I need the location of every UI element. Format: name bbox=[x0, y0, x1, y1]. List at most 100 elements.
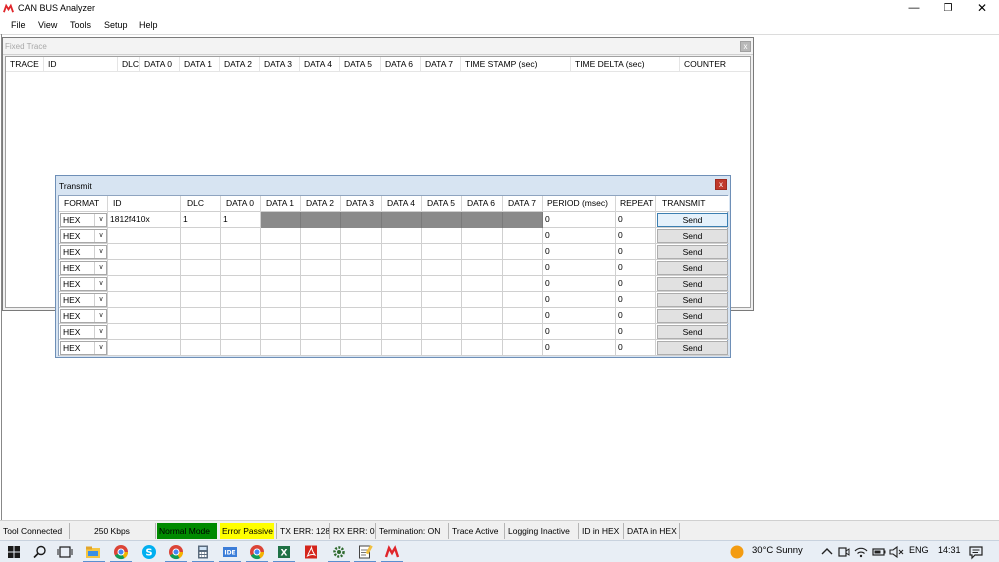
data-byte-cell[interactable] bbox=[462, 292, 503, 308]
id-cell[interactable] bbox=[108, 324, 181, 340]
data-byte-cell[interactable] bbox=[301, 308, 341, 324]
trace-col-data2[interactable]: DATA 2 bbox=[220, 57, 260, 72]
language-indicator[interactable]: ENG bbox=[909, 545, 929, 555]
chrome-icon[interactable] bbox=[113, 544, 129, 560]
pdf-icon[interactable] bbox=[303, 544, 319, 560]
repeat-cell[interactable]: 0 bbox=[616, 308, 656, 324]
repeat-cell[interactable]: 0 bbox=[616, 276, 656, 292]
trace-col-timedelta[interactable]: TIME DELTA (sec) bbox=[571, 57, 680, 72]
data-byte-cell[interactable] bbox=[301, 292, 341, 308]
dlc-cell[interactable] bbox=[181, 324, 221, 340]
settings-icon[interactable] bbox=[331, 544, 347, 560]
data-byte-cell[interactable] bbox=[261, 308, 301, 324]
trace-col-data3[interactable]: DATA 3 bbox=[260, 57, 300, 72]
chevron-down-icon[interactable]: ∨ bbox=[94, 310, 107, 322]
data0-cell[interactable] bbox=[221, 276, 261, 292]
data-byte-cell[interactable] bbox=[503, 308, 543, 324]
trace-col-trace[interactable]: TRACE bbox=[6, 57, 44, 72]
dlc-cell[interactable] bbox=[181, 308, 221, 324]
data0-cell[interactable] bbox=[221, 260, 261, 276]
data-byte-cell[interactable] bbox=[422, 276, 462, 292]
send-button[interactable]: Send bbox=[657, 261, 728, 275]
data0-cell[interactable] bbox=[221, 324, 261, 340]
format-select[interactable]: HEX ∨ bbox=[60, 293, 107, 307]
wifi-icon[interactable] bbox=[853, 544, 869, 560]
data-byte-cell[interactable] bbox=[382, 340, 422, 356]
calculator-icon[interactable] bbox=[195, 544, 211, 560]
data-byte-cell[interactable] bbox=[301, 244, 341, 260]
file-explorer-icon[interactable] bbox=[85, 544, 101, 560]
data-byte-cell[interactable] bbox=[503, 292, 543, 308]
battery-icon[interactable] bbox=[871, 544, 887, 560]
data-byte-cell[interactable] bbox=[382, 292, 422, 308]
data0-cell[interactable] bbox=[221, 340, 261, 356]
chevron-down-icon[interactable]: ∨ bbox=[94, 294, 107, 306]
dlc-cell[interactable] bbox=[181, 292, 221, 308]
data-byte-cell[interactable] bbox=[462, 308, 503, 324]
trace-col-dlc[interactable]: DLC bbox=[118, 57, 140, 72]
meet-now-icon[interactable] bbox=[836, 544, 852, 560]
data-byte-cell[interactable] bbox=[261, 228, 301, 244]
data-byte-cell[interactable] bbox=[301, 324, 341, 340]
transmit-close-button[interactable]: x bbox=[715, 179, 727, 190]
minimize-button[interactable]: — bbox=[897, 0, 931, 17]
repeat-cell[interactable]: 0 bbox=[616, 244, 656, 260]
fixed-trace-close-button[interactable]: x bbox=[740, 41, 751, 52]
skype-icon[interactable]: S bbox=[141, 544, 157, 560]
data-byte-cell[interactable] bbox=[503, 324, 543, 340]
data-byte-cell[interactable] bbox=[422, 244, 462, 260]
data-byte-cell[interactable] bbox=[261, 292, 301, 308]
chevron-down-icon[interactable]: ∨ bbox=[94, 278, 107, 290]
data-byte-cell[interactable] bbox=[462, 244, 503, 260]
data-byte-cell[interactable] bbox=[503, 260, 543, 276]
trace-col-data4[interactable]: DATA 4 bbox=[300, 57, 340, 72]
excel-icon[interactable]: X bbox=[276, 544, 292, 560]
send-button[interactable]: Send bbox=[657, 293, 728, 307]
data-byte-cell[interactable] bbox=[301, 228, 341, 244]
period-cell[interactable]: 0 bbox=[543, 212, 616, 228]
period-cell[interactable]: 0 bbox=[543, 308, 616, 324]
data-byte-cell[interactable] bbox=[462, 324, 503, 340]
data-byte-cell[interactable] bbox=[382, 324, 422, 340]
dlc-cell[interactable] bbox=[181, 276, 221, 292]
data-byte-cell[interactable] bbox=[341, 260, 382, 276]
chrome-icon[interactable] bbox=[168, 544, 184, 560]
data-byte-cell[interactable] bbox=[382, 308, 422, 324]
windows-icon[interactable] bbox=[6, 544, 22, 560]
id-cell[interactable] bbox=[108, 340, 181, 356]
data-byte-cell[interactable] bbox=[422, 228, 462, 244]
chevron-down-icon[interactable]: ∨ bbox=[94, 326, 107, 338]
data-byte-cell[interactable] bbox=[341, 244, 382, 260]
data-byte-cell[interactable] bbox=[261, 340, 301, 356]
chevron-down-icon[interactable]: ∨ bbox=[94, 230, 107, 242]
trace-col-data5[interactable]: DATA 5 bbox=[340, 57, 381, 72]
format-select[interactable]: HEX ∨ bbox=[60, 325, 107, 339]
send-button[interactable]: Send bbox=[657, 213, 728, 227]
data-byte-cell[interactable] bbox=[341, 292, 382, 308]
menu-help[interactable]: Help bbox=[139, 20, 158, 30]
repeat-cell[interactable]: 0 bbox=[616, 292, 656, 308]
send-button[interactable]: Send bbox=[657, 245, 728, 259]
period-cell[interactable]: 0 bbox=[543, 244, 616, 260]
weather-text[interactable]: 30°C Sunny bbox=[752, 545, 803, 556]
send-button[interactable]: Send bbox=[657, 277, 728, 291]
trace-col-data7[interactable]: DATA 7 bbox=[421, 57, 461, 72]
format-select[interactable]: HEX ∨ bbox=[60, 229, 107, 243]
data-byte-cell[interactable] bbox=[462, 276, 503, 292]
volume-muted-icon[interactable] bbox=[888, 544, 904, 560]
format-select[interactable]: HEX ∨ bbox=[60, 213, 107, 227]
trace-col-timestamp[interactable]: TIME STAMP (sec) bbox=[461, 57, 571, 72]
data-byte-cell[interactable] bbox=[382, 228, 422, 244]
data-byte-cell[interactable] bbox=[301, 276, 341, 292]
data-byte-cell[interactable] bbox=[422, 308, 462, 324]
id-cell[interactable] bbox=[108, 276, 181, 292]
period-cell[interactable]: 0 bbox=[543, 340, 616, 356]
clock-time[interactable]: 14:31 bbox=[938, 545, 961, 555]
send-button[interactable]: Send bbox=[657, 325, 728, 339]
data0-cell[interactable] bbox=[221, 308, 261, 324]
data-byte-cell[interactable] bbox=[261, 324, 301, 340]
chevron-down-icon[interactable]: ∨ bbox=[94, 262, 107, 274]
trace-col-id[interactable]: ID bbox=[44, 57, 118, 72]
data-byte-cell[interactable] bbox=[462, 340, 503, 356]
format-select[interactable]: HEX ∨ bbox=[60, 309, 107, 323]
